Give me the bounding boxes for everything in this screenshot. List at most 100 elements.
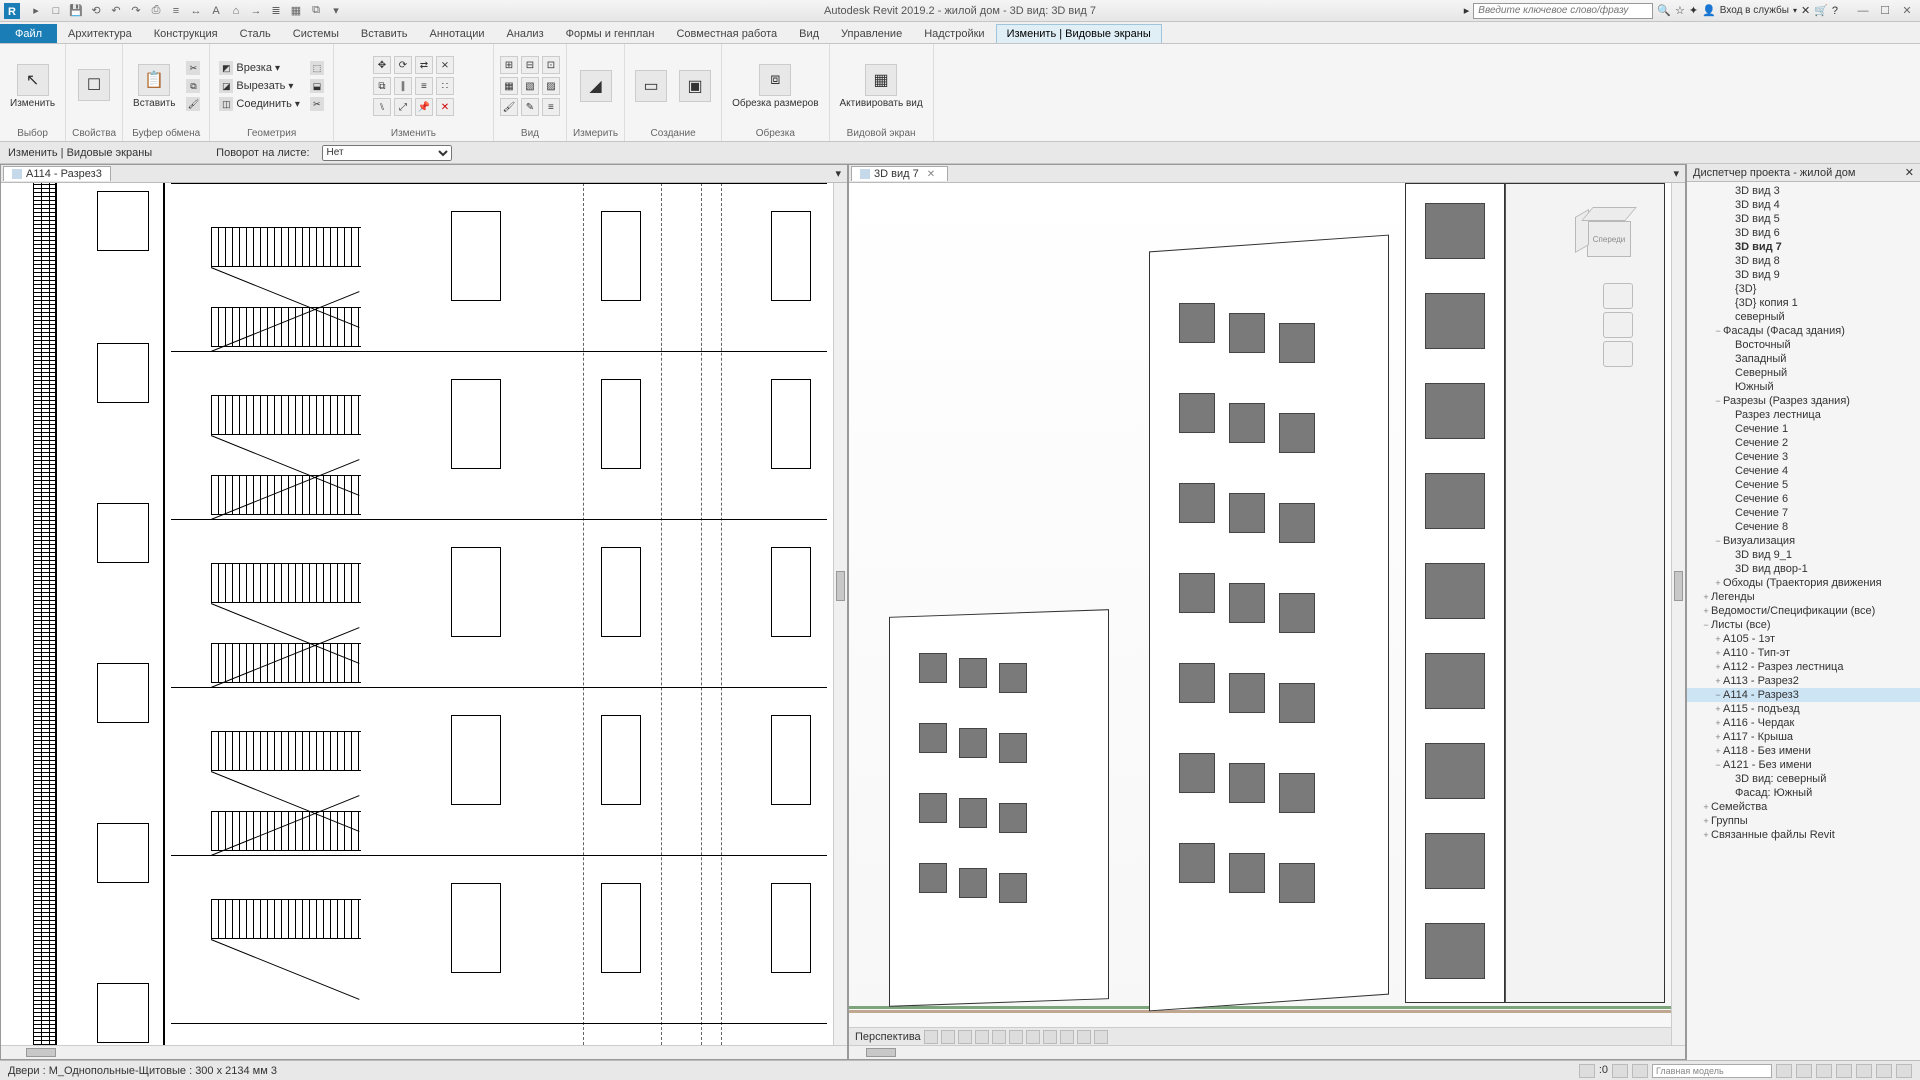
tree-node[interactable]: Фасад: Южный [1687,786,1920,800]
tree-node[interactable]: +A116 - Чердак [1687,716,1920,730]
tab-close-icon[interactable]: ✕ [923,169,939,180]
split-icon[interactable]: ⑊ [373,98,391,116]
copy-button[interactable]: ⧉ [183,78,203,94]
tab-structure[interactable]: Конструкция [143,24,229,43]
tree-node[interactable]: +A113 - Разрез2 [1687,674,1920,688]
view-tab-3d7[interactable]: 3D вид 7✕ [851,166,948,181]
unhide-icon[interactable] [1060,1030,1074,1044]
search-input[interactable] [1473,3,1653,19]
crop-icon[interactable] [1026,1030,1040,1044]
tab-steel[interactable]: Сталь [229,24,282,43]
geom-i1[interactable]: ⬚ [307,60,327,76]
align-icon[interactable]: ≡ [415,77,433,95]
search-icon[interactable]: 🔍 [1657,4,1671,17]
tab-insert[interactable]: Вставить [350,24,419,43]
switch-icon[interactable]: ⧉ [307,2,325,20]
undo-icon[interactable]: ↶ [107,2,125,20]
home-icon[interactable]: ⌂ [227,2,245,20]
grp2-icon[interactable]: ⊟ [521,56,539,74]
scale-icon[interactable] [924,1030,938,1044]
minimize-button[interactable]: — [1854,4,1872,18]
sun-icon[interactable] [975,1030,989,1044]
tab-modify-viewports[interactable]: Изменить | Видовые экраны [996,24,1162,43]
exchange-icon[interactable]: ✕ [1801,4,1810,17]
status-i9[interactable] [1876,1064,1892,1078]
properties-button[interactable]: ☐ [74,67,114,105]
hscroll-right[interactable] [849,1045,1685,1059]
tab-architecture[interactable]: Архитектура [57,24,143,43]
geom-i2[interactable]: ⬓ [307,78,327,94]
tree-node[interactable]: +A110 - Тип-эт [1687,646,1920,660]
move-icon[interactable]: ✥ [373,56,391,74]
tree-node[interactable]: +Семейства [1687,800,1920,814]
cut-geom-button[interactable]: ◪Вырезать ▾ [216,78,303,94]
status-i1[interactable] [1579,1064,1595,1078]
status-i4[interactable] [1776,1064,1792,1078]
tree-node[interactable]: 3D вид: северный [1687,772,1920,786]
tab-file[interactable]: Файл [0,24,57,43]
tree-node[interactable]: Сечение 8 [1687,520,1920,534]
view-cube[interactable]: Спереди [1575,201,1645,271]
render-icon[interactable] [1009,1030,1023,1044]
tree-node[interactable]: +Группы [1687,814,1920,828]
view-tab-a114[interactable]: A114 - Разрез3 [3,166,111,181]
comm-icon[interactable]: ☆ [1675,4,1685,17]
tree-node[interactable]: Сечение 3 [1687,450,1920,464]
section-canvas[interactable] [1,183,847,1045]
workset-input[interactable] [1652,1064,1772,1078]
grp3-icon[interactable]: ⊡ [542,56,560,74]
tree-node[interactable]: Сечение 7 [1687,506,1920,520]
grp6-icon[interactable]: ▨ [542,77,560,95]
tree-node[interactable]: северный [1687,310,1920,324]
tab-manage[interactable]: Управление [830,24,913,43]
tree-node[interactable]: 3D вид 8 [1687,254,1920,268]
text-icon[interactable]: A [207,2,225,20]
tree-node[interactable]: Сечение 1 [1687,422,1920,436]
delete-icon[interactable]: ✕ [436,98,454,116]
tree-node[interactable]: Сечение 6 [1687,492,1920,506]
shadow-icon[interactable] [992,1030,1006,1044]
status-i7[interactable] [1836,1064,1852,1078]
trim-icon[interactable]: ⨯ [436,56,454,74]
tree-node[interactable]: Южный [1687,380,1920,394]
activate-view-button[interactable]: ▦Активировать вид [836,62,927,111]
tab-analyze[interactable]: Анализ [495,24,554,43]
nav-bar[interactable] [1603,283,1637,373]
tree-node[interactable]: −Фасады (Фасад здания) [1687,324,1920,338]
tree-node[interactable]: 3D вид 7 [1687,240,1920,254]
tree-node[interactable]: −Разрезы (Разрез здания) [1687,394,1920,408]
status-i5[interactable] [1796,1064,1812,1078]
measure-icon[interactable]: ≡ [167,2,185,20]
perspective-label[interactable]: Перспектива [855,1031,921,1043]
tree-node[interactable]: 3D вид 6 [1687,226,1920,240]
offset-icon[interactable]: ∥ [394,77,412,95]
browser-tree[interactable]: 3D вид 33D вид 43D вид 53D вид 63D вид 7… [1687,182,1920,1060]
tree-node[interactable]: 3D вид 5 [1687,212,1920,226]
tree-node[interactable]: Сечение 4 [1687,464,1920,478]
open-icon[interactable]: ▸ [27,2,45,20]
join-button[interactable]: ◫Соединить ▾ [216,96,303,112]
grp5-icon[interactable]: ▧ [521,77,539,95]
tree-node[interactable]: +A118 - Без имени [1687,744,1920,758]
create-similar-button[interactable]: ▭ [631,68,671,104]
paste-button[interactable]: 📋Вставить [129,62,179,111]
create-group-button[interactable]: ▣ [675,68,715,104]
tree-node[interactable]: Сечение 5 [1687,478,1920,492]
redo-icon[interactable]: ↷ [127,2,145,20]
copy-icon[interactable]: ⧉ [373,77,391,95]
browser-close-icon[interactable]: ✕ [1905,166,1914,179]
tree-node[interactable]: Западный [1687,352,1920,366]
help-icon[interactable]: ? [1832,5,1838,17]
cope-button[interactable]: ◩Врезка ▾ [216,60,303,76]
save-icon[interactable]: 💾 [67,2,85,20]
pin-icon[interactable]: 📌 [415,98,433,116]
hscroll-left[interactable] [1,1045,847,1059]
tree-node[interactable]: Разрез лестница [1687,408,1920,422]
vscroll-right[interactable] [1671,183,1685,1045]
canvas-3d[interactable]: Спереди [849,183,1685,1027]
cut-button[interactable]: ✂ [183,60,203,76]
match-button[interactable]: 🖌 [183,96,203,112]
tree-node[interactable]: +Легенды [1687,590,1920,604]
tree-node[interactable]: +A105 - 1эт [1687,632,1920,646]
tree-node[interactable]: −Визуализация [1687,534,1920,548]
